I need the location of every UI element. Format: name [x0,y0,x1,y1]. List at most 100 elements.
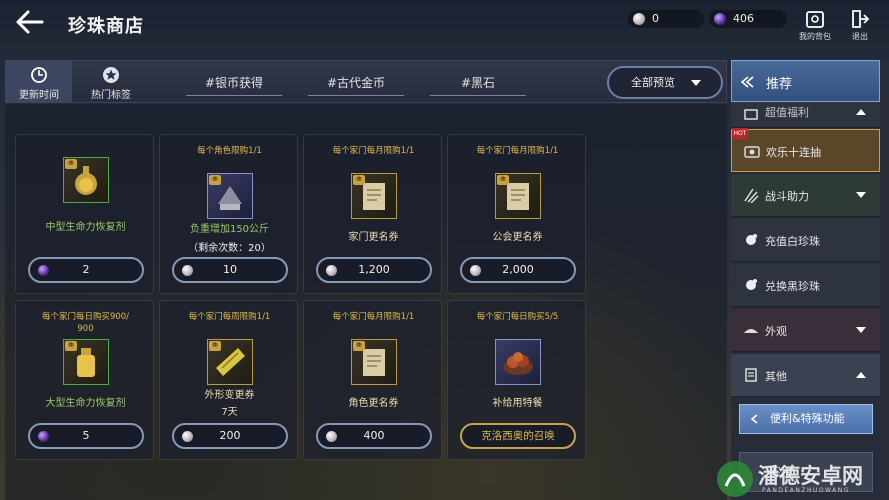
hot-tags-button[interactable]: 热门标签 [76,61,146,102]
refresh-time-label: 更新时间 [19,90,59,101]
star-icon [103,67,119,83]
tag-ancient-coin[interactable]: #古代金币 [308,74,404,96]
silver-pearl-icon [182,431,193,442]
price-value: 400 [363,429,385,442]
silver-pearl-counter: 0 [628,10,704,28]
purchase-limit: 每个家门每日购买5/5 [476,312,559,322]
refresh-time-button[interactable]: 更新时间 [6,61,72,102]
character-rename-ticket-icon: ⛃ [351,339,397,385]
price-button[interactable]: 200 [172,423,288,449]
price-button[interactable]: 2,000 [460,257,576,283]
black-pearl-exchange-icon [746,279,757,290]
purchase-limit: 每个家门每月限购1/1 [476,146,559,156]
sidebar-header-recommend[interactable]: 推荐 [731,60,880,102]
exit-icon [852,10,870,28]
price-value: 10 [223,263,237,276]
item-card[interactable]: 每个家门每日购买5/5 补给用特餐 克洛西奥的召唤 [447,300,586,460]
black-pearl-icon [714,13,726,25]
sidebar-item-deals[interactable]: 超值福利 [731,102,880,128]
watermark: 潘德安卓网 PANDEANZHUOWANG [712,458,889,500]
item-name: 负重增加150公斤 [189,224,270,235]
item-badge: ⛃ [353,341,365,351]
price-value: 200 [219,429,241,442]
appearance-change-ticket-icon: ⛃ [207,339,253,385]
sidebar-item-topup-white[interactable]: 充值白珍珠 [731,219,880,262]
black-pearl-amount: 406 [733,12,754,25]
item-card[interactable]: 每个家门每周限购1/1 ⛃ 外形变更券 7天 200 [159,300,298,460]
item-name: 角色更名券 [348,398,399,409]
item-card[interactable]: 每个家门每月限购1/1 ⛃ 公会更名券 2,000 [447,134,586,294]
item-card[interactable]: 每个家门每月限购1/1 ⛃ 角色更名券 400 [303,300,442,460]
sidebar-header-label: 推荐 [766,77,793,92]
scroll-icon [745,368,757,382]
hat-icon [744,329,758,333]
silver-pearl-amount: 0 [652,12,659,25]
medium-hp-potion-icon: ⛃ [63,157,109,203]
purchase-limit-line1: 每个家门每日购买900/ [41,312,130,322]
item-card[interactable]: 每个家门每月限购1/1 ⛃ 家门更名券 1,200 [303,134,442,294]
black-pearl-icon [38,431,49,442]
watermark-subtext: PANDEANZHUOWANG [762,487,850,494]
my-bag-label: 我的背包 [799,32,831,41]
item-card[interactable]: ⛃ 中型生命力恢复剂 2 [15,134,154,294]
purchase-limit-line2: 900 [77,324,94,334]
silver-pearl-icon [182,265,193,276]
purchase-limit: 每个家门每月限购1/1 [332,312,415,322]
summon-button[interactable]: 克洛西奥的召唤 [460,423,576,449]
item-card[interactable]: 每个角色限购1/1 ⛃ 负重增加150公斤 （剩余次数：20） 10 [159,134,298,294]
price-button[interactable]: 5 [28,423,144,449]
item-name: 家门更名券 [348,232,399,243]
chevron-down-icon [856,327,866,333]
back-arrow-icon[interactable] [14,8,46,36]
price-button[interactable]: 10 [172,257,288,283]
price-button[interactable]: 2 [28,257,144,283]
price-button[interactable]: 400 [316,423,432,449]
family-rename-ticket-icon: ⛃ [351,173,397,219]
silver-pearl-icon [470,265,481,276]
tag-silver[interactable]: #银币获得 [186,74,282,96]
tag-black-stone[interactable]: #黑石 [430,74,526,96]
price-value: 2 [82,263,90,276]
preview-all-label: 全部预览 [631,76,675,89]
item-badge: ⛃ [353,175,365,185]
purchase-limit: 每个角色限购1/1 [197,146,262,156]
preview-all-dropdown[interactable]: 全部预览 [607,66,723,99]
item-name: 补给用特餐 [492,398,543,409]
purchase-limit: 每个家门每日购买900/ 900 [16,311,155,335]
my-bag-button[interactable]: 我的背包 [795,9,835,42]
exit-label: 退出 [852,32,868,41]
bag-icon [806,11,824,28]
exit-button[interactable]: 退出 [840,9,880,42]
item-name: 大型生命力恢复剂 [45,398,126,409]
silver-pearl-icon [326,265,337,276]
item-card[interactable]: 每个家门每日购买900/ 900 ⛃ 大型生命力恢复剂 5 [15,300,154,460]
item-badge: ⛃ [209,175,221,185]
sidebar-item-label: 欢乐十连抽 [766,146,821,159]
item-name: 外形变更券 [204,390,255,401]
item-duration: 7天 [221,407,238,418]
sidebar-item-exchange-black[interactable]: 兑换黑珍珠 [731,264,880,307]
sidebar-subitem-convenience[interactable]: 便利&特殊功能 [739,404,873,434]
sidebar-item-combat[interactable]: 战斗助力 [731,174,880,217]
sidebar-item-other[interactable]: 其他 [731,354,880,397]
price-value: 2,000 [502,263,534,276]
chevron-left-icon [740,76,754,88]
chevron-up-icon [856,372,866,378]
sidebar-item-appearance[interactable]: 外观 [731,309,880,352]
watermark-text: 潘德安卓网 [758,464,863,488]
category-sidebar: 推荐 超值福利 HOT 欢乐十连抽 战斗助力 充值白珍珠 兑换黑珍珠 外观 其他… [731,60,889,500]
sidebar-item-gacha[interactable]: HOT 欢乐十连抽 [731,128,880,172]
item-name: 中型生命力恢复剂 [45,222,126,233]
camera-icon [744,146,760,158]
purchase-limit: 每个家门每周限购1/1 [188,312,271,322]
chevron-down-icon [856,192,866,198]
large-hp-potion-icon: ⛃ [63,339,109,385]
purchase-limit: 每个家门每月限购1/1 [332,146,415,156]
white-pearl-icon [746,234,757,245]
watermark-logo-icon [717,461,753,497]
sidebar-item-label: 超值福利 [765,106,809,119]
price-value: 1,200 [358,263,390,276]
price-button[interactable]: 1,200 [316,257,432,283]
filter-bar: 更新时间 热门标签 #银币获得 #古代金币 #黑石 全部预览 [5,60,727,103]
silver-pearl-icon [633,13,645,25]
